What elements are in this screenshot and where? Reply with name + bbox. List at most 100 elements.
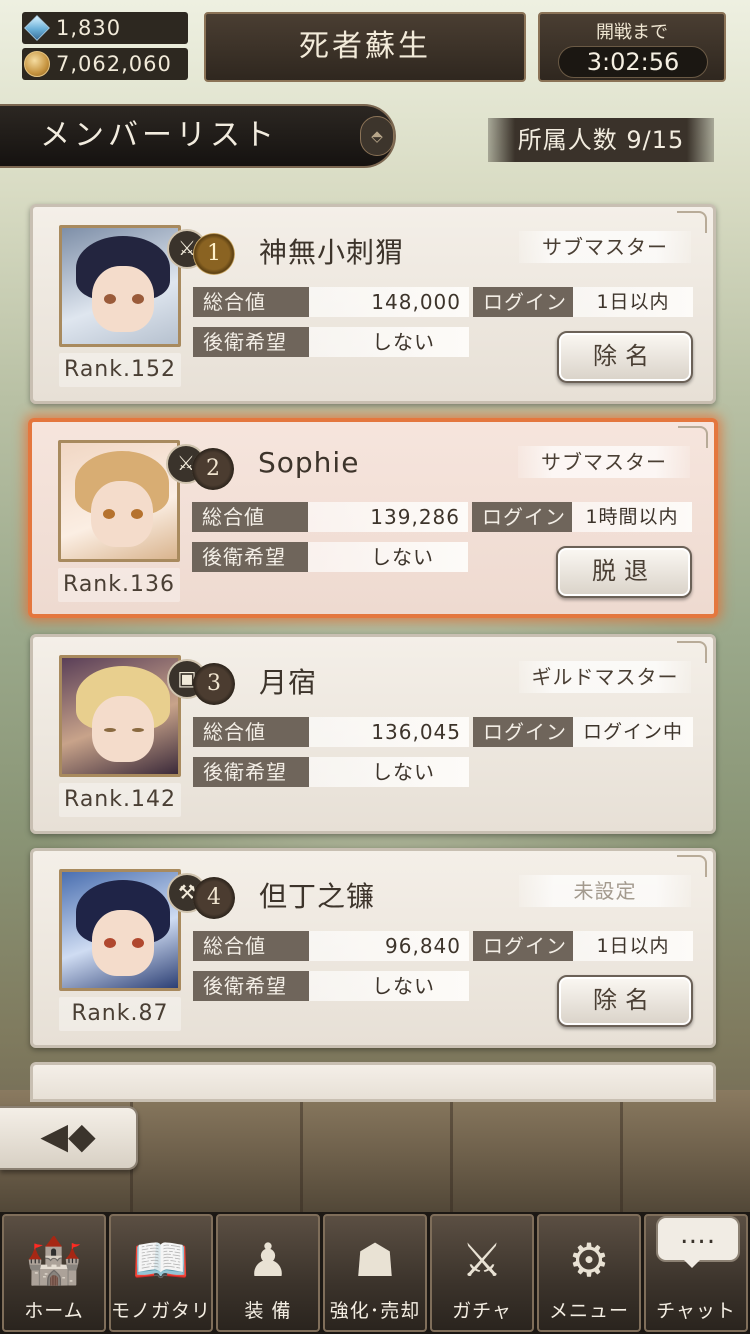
member-avatar[interactable] — [59, 225, 181, 347]
avatar-face — [92, 910, 154, 976]
login-value: 1時間以内 — [572, 502, 692, 532]
nav-equip[interactable]: ♟ 装 備 — [216, 1214, 320, 1332]
floor-line — [300, 1090, 303, 1220]
rear-guard-value: しない — [309, 971, 469, 1001]
avatar-eye — [103, 509, 115, 519]
avatar-face — [91, 481, 153, 547]
card-ornament — [677, 855, 707, 877]
mask-icon: ☗ — [354, 1233, 396, 1287]
nav-story[interactable]: 📖 モノガタリ — [109, 1214, 213, 1332]
login-value: 1日以内 — [573, 287, 693, 317]
rear-guard-value: しない — [309, 757, 469, 787]
member-rank: Rank.142 — [59, 783, 181, 817]
member-name: Sophie — [258, 446, 360, 479]
avatar-eye — [104, 294, 116, 304]
avatar-eye — [104, 728, 116, 732]
rear-guard-stat: 後衛希望 しない — [193, 327, 469, 357]
total-stat: 総合値 148,000 — [193, 287, 469, 317]
avatar-eye — [132, 294, 144, 304]
gold-coin-icon — [24, 51, 50, 77]
member-card-self: ⚔ Rank.136 2 Sophie サブマスター 総合値 139,286 ロ… — [28, 418, 718, 618]
gold-counter: 7,062,060 — [22, 48, 188, 80]
total-stat: 総合値 136,045 — [193, 717, 469, 747]
chat-icon[interactable]: …. — [656, 1216, 740, 1268]
member-rank: Rank.152 — [59, 353, 181, 387]
member-number-badge: 4 — [193, 877, 235, 919]
member-card-partial — [30, 1062, 716, 1102]
total-value: 139,286 — [308, 502, 468, 532]
rear-guard-label: 後衛希望 — [193, 757, 309, 787]
guild-role: 未設定 — [519, 875, 691, 907]
nav-label: ガチャ — [452, 1300, 512, 1322]
total-value: 148,000 — [309, 287, 469, 317]
floor-line — [620, 1090, 623, 1220]
member-card: ⚒ Rank.87 4 但丁之镰 未設定 総合値 96,840 ログイン 1日以… — [30, 848, 716, 1048]
guild-role: サブマスター — [518, 446, 690, 478]
login-stat: ログイン 1日以内 — [473, 287, 693, 317]
avatar-eye — [131, 509, 143, 519]
rear-guard-value: しない — [308, 542, 468, 572]
rear-guard-label: 後衛希望 — [193, 971, 309, 1001]
login-label: ログイン — [473, 931, 573, 961]
rear-guard-label: 後衛希望 — [192, 542, 308, 572]
card-ornament — [677, 211, 707, 233]
avatar-eye — [132, 728, 144, 732]
battle-timer: 開戦まで 3:02:56 — [538, 12, 726, 82]
member-name: 但丁之镰 — [259, 880, 376, 913]
nav-label: ホーム — [24, 1300, 84, 1322]
gem-counter: 1,830 — [22, 12, 188, 44]
member-card: ⚔ Rank.152 1 神無小刺猬 サブマスター 総合値 148,000 ログ… — [30, 204, 716, 404]
kick-button[interactable]: 除名 — [557, 331, 693, 383]
floor-line — [450, 1090, 453, 1220]
nav-menu[interactable]: ⚙ メニュー — [537, 1214, 641, 1332]
kick-button[interactable]: 除名 — [557, 975, 693, 1027]
login-label: ログイン — [473, 287, 573, 317]
avatar-eye — [104, 938, 116, 948]
nav-gacha[interactable]: ⚔ ガチャ — [430, 1214, 534, 1332]
nav-home[interactable]: 🏰 ホーム — [2, 1214, 106, 1332]
guild-battle-title: 死者蘇生 — [204, 12, 526, 82]
card-ornament — [677, 641, 707, 663]
rear-guard-stat: 後衛希望 しない — [193, 757, 469, 787]
member-rank: Rank.136 — [58, 568, 180, 602]
login-stat: ログイン 1日以内 — [473, 931, 693, 961]
login-value: ログイン中 — [573, 717, 693, 747]
member-avatar[interactable] — [58, 440, 180, 562]
total-stat: 総合値 96,840 — [193, 931, 469, 961]
leave-button[interactable]: 脱退 — [556, 546, 692, 598]
gold-count: 7,062,060 — [56, 52, 172, 76]
rear-guard-stat: 後衛希望 しない — [193, 971, 469, 1001]
member-number-badge: 2 — [192, 448, 234, 490]
member-list-title: メンバーリスト — [0, 104, 396, 168]
card-ornament — [678, 426, 708, 448]
gem-count: 1,830 — [56, 16, 122, 40]
rear-guard-stat: 後衛希望 しない — [192, 542, 468, 572]
book-icon: 📖 — [132, 1233, 190, 1287]
total-label: 総合値 — [193, 717, 309, 747]
back-button[interactable]: ◀◆ — [0, 1106, 138, 1170]
member-avatar[interactable] — [59, 869, 181, 991]
member-name: 月宿 — [259, 666, 318, 699]
sort-icon[interactable]: ⬘ — [360, 116, 394, 156]
guild-role: サブマスター — [519, 231, 691, 263]
nav-label: モノガタリ — [111, 1300, 212, 1322]
member-avatar[interactable] — [59, 655, 181, 777]
crossed-swords-icon: ⚔ — [461, 1233, 503, 1287]
member-number-badge: 3 — [193, 663, 235, 705]
login-value: 1日以内 — [573, 931, 693, 961]
total-label: 総合値 — [192, 502, 308, 532]
timer-value: 3:02:56 — [558, 46, 708, 78]
login-stat: ログイン 1時間以内 — [472, 502, 692, 532]
avatar-face — [92, 696, 154, 762]
guild-role: ギルドマスター — [519, 661, 691, 693]
timer-label: 開戦まで — [596, 22, 668, 43]
nav-enhance-sell[interactable]: ☗ 強化･売却 — [323, 1214, 427, 1332]
login-label: ログイン — [472, 502, 572, 532]
avatar-eye — [132, 938, 144, 948]
total-label: 総合値 — [193, 931, 309, 961]
puppet-icon: ♟ — [247, 1233, 289, 1287]
nav-label: チャット — [656, 1300, 736, 1322]
castle-icon: 🏰 — [25, 1233, 83, 1287]
total-stat: 総合値 139,286 — [192, 502, 468, 532]
login-label: ログイン — [473, 717, 573, 747]
